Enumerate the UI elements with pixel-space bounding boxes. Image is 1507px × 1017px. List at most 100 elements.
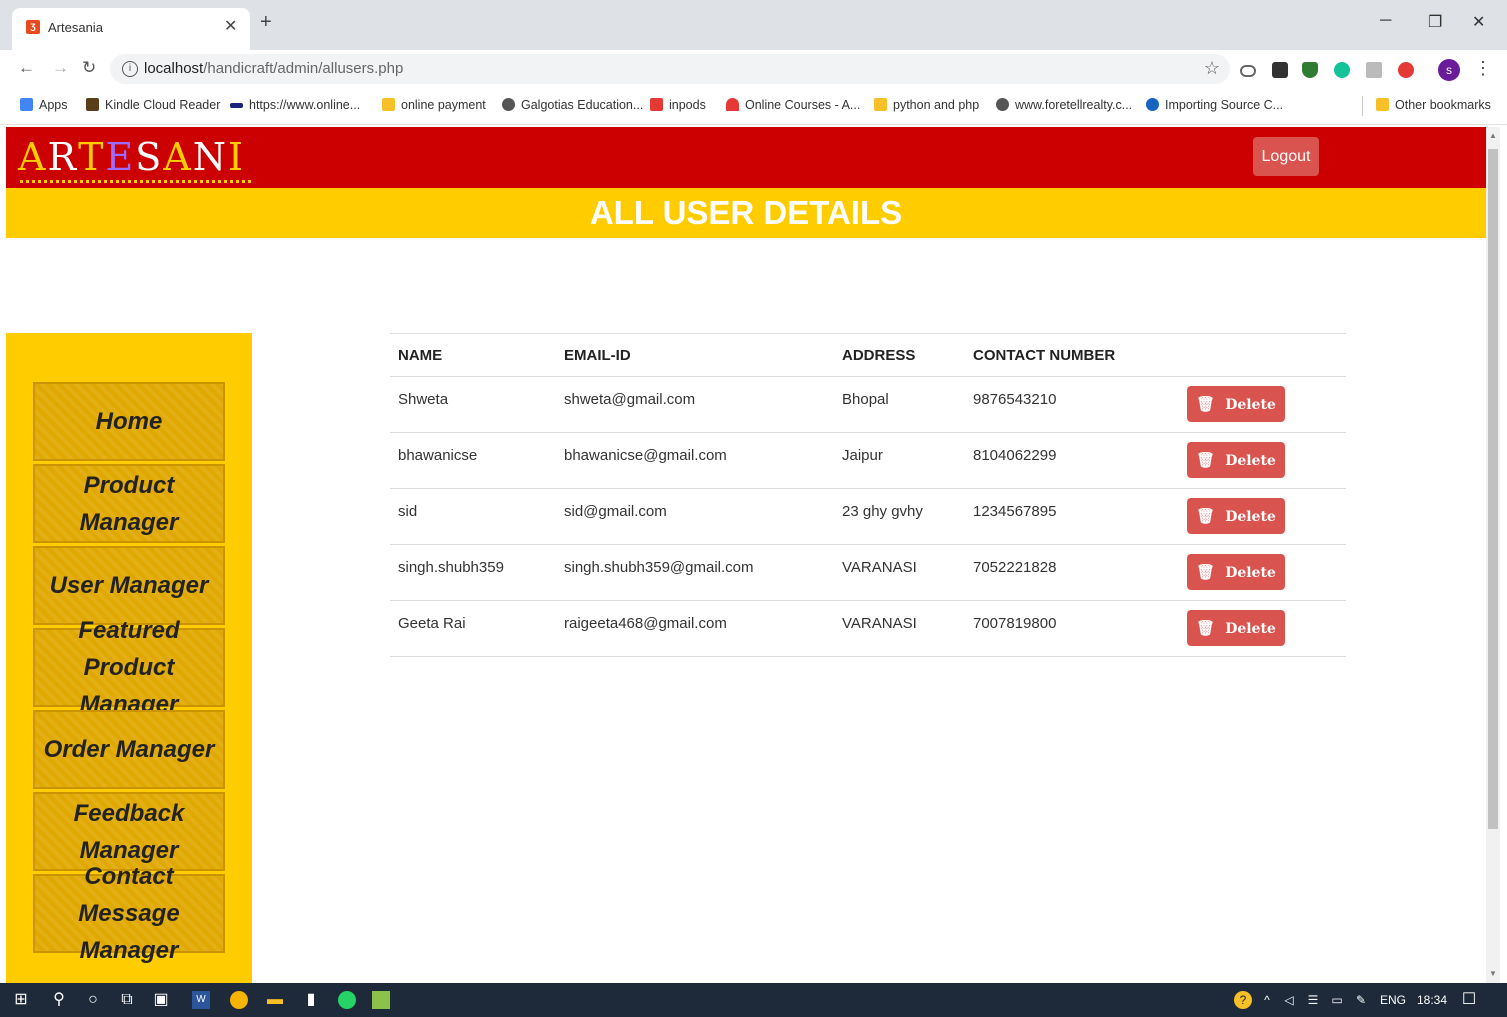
speaker-icon[interactable]: ◁ [1280,991,1298,1009]
store-icon[interactable]: ▣ [152,991,170,1009]
notifications-icon[interactable]: ☐ [1460,991,1478,1009]
delete-button[interactable]: 🗑 Delete [1187,498,1285,534]
extension-cube-icon[interactable] [1272,62,1288,78]
shield-extension-icon[interactable] [1302,62,1318,78]
cell-name: singh.shubh359 [390,544,556,601]
delete-button[interactable]: 🗑 Delete [1187,554,1285,590]
file-explorer-icon[interactable]: ▬ [266,991,284,1009]
importing-icon [1146,98,1159,111]
bookmark-item[interactable]: inpods [650,98,706,112]
address-bar[interactable]: i localhost/handicraft/admin/allusers.ph… [110,54,1230,84]
sidebar-item-featured-product-manager[interactable]: Featured Product Manager [33,617,225,718]
windows-start-icon[interactable]: ⊞ [12,991,30,1009]
delete-label: Delete [1225,621,1276,637]
bookmark-item[interactable]: www.foretellrealty.c... [996,98,1132,112]
notepad-icon[interactable] [372,991,390,1009]
profile-avatar[interactable]: s [1438,59,1460,81]
network-icon[interactable]: ☰ [1304,991,1322,1009]
bookmark-item[interactable]: Kindle Cloud Reader [86,98,220,112]
cell-address: 23 ghy gvhy [834,488,965,545]
forward-icon[interactable]: → [52,58,69,78]
sidebar-item-contact-message-manager[interactable]: Contact Message Manager [33,863,225,964]
document-icon[interactable]: ▮ [302,991,320,1009]
menu-kebab-icon[interactable]: ⋮ [1474,58,1492,79]
bookmark-item[interactable]: online payment [382,98,486,112]
table-row: bhawanicse bhawanicse@gmail.com Jaipur 8104… [390,432,1346,489]
scroll-down-arrow-icon[interactable]: ▼ [1489,969,1497,978]
xampp-icon: ʒ [26,20,40,34]
search-icon[interactable]: ⚲ [50,991,68,1009]
minimize-icon[interactable]: ─ [1380,12,1391,30]
trash-icon: 🗑 [1196,451,1216,469]
other-bookmarks[interactable]: Other bookmarks [1376,98,1491,112]
logo-letter: I [227,135,245,179]
scroll-up-arrow-icon[interactable]: ▲ [1489,131,1497,140]
browser-tab-strip: ʒ Artesania ✕ + ─ ❐ ✕ [0,0,1507,50]
web-page: ARTESANIA Logout ALL USER DETAILS Home P… [6,127,1486,983]
infinity-extension-icon[interactable] [1240,65,1256,77]
back-icon[interactable]: ← [18,58,35,78]
scroll-thumb[interactable] [1488,149,1498,829]
bookmark-item[interactable]: Galgotias Education... [502,98,643,112]
column-header-contact: CONTACT NUMBER [965,333,1179,377]
page-scrollbar[interactable]: ▲ ▼ [1486,127,1500,983]
restore-icon[interactable]: ❐ [1428,12,1442,32]
sidebar-item-home[interactable]: Home [33,382,225,461]
cell-name: sid [390,488,556,545]
cell-email: raigeeta468@gmail.com [556,600,834,657]
table-row: Geeta Rai raigeeta468@gmail.com VARANASI 70… [390,600,1346,657]
site-logo[interactable]: ARTESANIA [18,135,274,179]
bookmark-item[interactable]: python and php [874,98,979,112]
bookmark-item[interactable]: Online Courses - A... [726,98,860,112]
apps-grid-icon [20,98,33,111]
ip-icon [650,98,663,111]
bookmark-item[interactable]: Importing Source C... [1146,98,1283,112]
new-tab-icon[interactable]: + [260,12,272,32]
delete-button[interactable]: 🗑 Delete [1187,442,1285,478]
logout-button[interactable]: Logout [1253,137,1319,176]
task-view-icon[interactable]: ⧉ [118,991,136,1009]
sidebar-item-product-manager[interactable]: Product Manager [33,464,225,543]
trash-icon: 🗑 [1196,395,1216,413]
sidebar-item-order-manager[interactable]: Order Manager [33,710,225,789]
logo-underline [20,180,252,183]
clipboard-extension-icon[interactable] [1366,62,1382,78]
cell-actions: 🗑 Delete [1179,488,1346,545]
logo-letter: E [105,135,136,179]
info-icon[interactable]: i [122,61,138,77]
delete-button[interactable]: 🗑 Delete [1187,386,1285,422]
block-extension-icon[interactable] [1398,62,1414,78]
reload-icon[interactable]: ↻ [82,58,96,78]
trash-icon: 🗑 [1196,619,1216,637]
cell-actions: 🗑 Delete [1179,544,1346,601]
whatsapp-icon[interactable] [338,991,356,1009]
cell-actions: 🗑 Delete [1179,376,1346,433]
battery-icon[interactable]: ▭ [1328,991,1346,1009]
grammarly-icon[interactable] [1334,62,1350,78]
logo-letter: A [18,135,48,179]
udemy-icon [726,98,739,111]
pen-icon[interactable]: ✎ [1352,991,1370,1009]
delete-button[interactable]: 🗑 Delete [1187,610,1285,646]
users-table: NAME EMAIL-ID ADDRESS CONTACT NUMBER Shw… [390,333,1346,657]
bookmark-star-icon[interactable]: ☆ [1204,58,1220,79]
chevron-up-icon[interactable]: ^ [1258,991,1276,1009]
cell-name: Geeta Rai [390,600,556,657]
admin-sidebar: Home Product Manager User Manager Featur… [6,333,252,983]
word-icon[interactable]: W [192,991,210,1009]
cortana-icon[interactable]: ○ [84,991,102,1009]
language-indicator[interactable]: ENG [1380,993,1406,1007]
chrome-icon[interactable] [230,991,248,1009]
bookmark-item[interactable]: https://www.online... [230,98,360,112]
clock[interactable]: 18:34 [1417,993,1447,1007]
cell-actions: 🗑 Delete [1179,600,1346,657]
close-window-icon[interactable]: ✕ [1472,12,1485,32]
column-header-email: EMAIL-ID [556,333,834,377]
column-header-actions [1179,333,1346,377]
help-icon[interactable]: ? [1234,991,1252,1009]
cell-address: Bhopal [834,376,965,433]
browser-tab[interactable]: ʒ Artesania ✕ [12,8,250,50]
close-tab-icon[interactable]: ✕ [224,16,237,36]
trash-icon: 🗑 [1196,563,1216,581]
bookmark-item[interactable]: Apps [20,98,68,112]
